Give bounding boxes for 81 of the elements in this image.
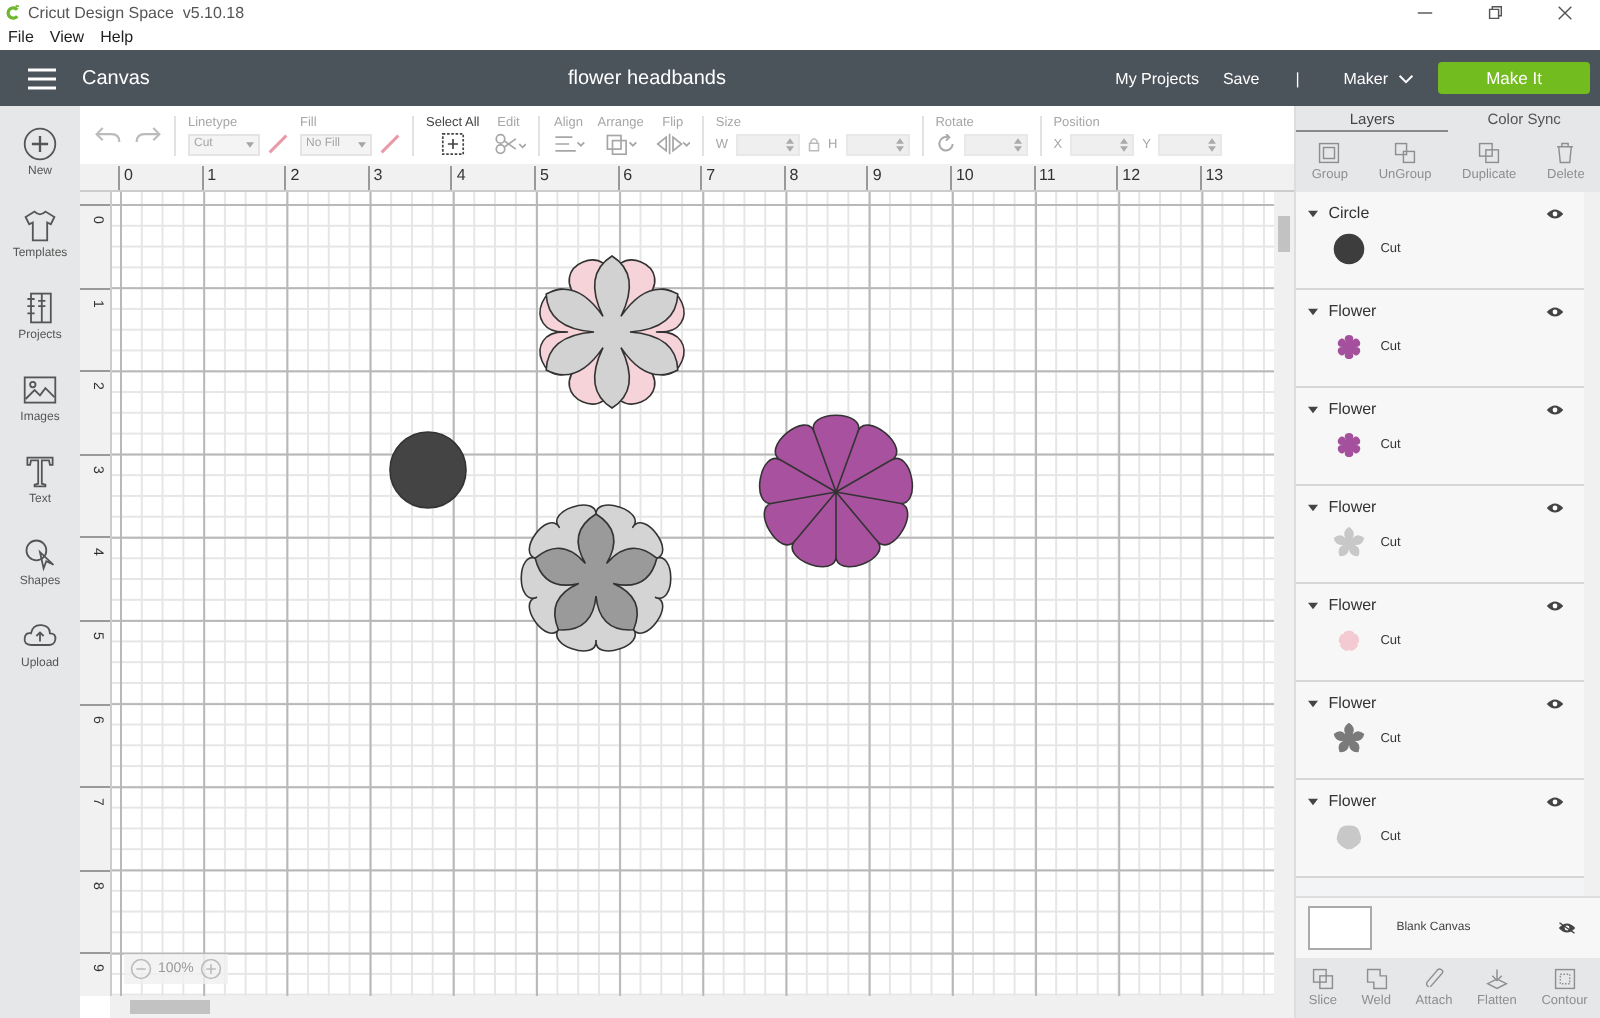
vertical-scrollbar[interactable]	[1274, 192, 1295, 996]
layer-name: Circle	[1328, 204, 1372, 222]
horizontal-scrollbar[interactable]	[110, 996, 1295, 1018]
eye-icon[interactable]	[1546, 501, 1564, 513]
caret-icon	[246, 141, 254, 147]
weld-icon	[1365, 968, 1388, 990]
layered-flower-drawing[interactable]	[539, 255, 685, 409]
layer-name: Flower	[1328, 302, 1379, 320]
ruler-number: 13	[1199, 166, 1283, 190]
machine-dropdown[interactable]: Maker	[1343, 69, 1414, 87]
color-swatch-icon[interactable]	[380, 134, 400, 154]
layer-name: Flower	[1328, 498, 1379, 516]
ruler-number: 4	[450, 166, 534, 190]
scissors-icon	[491, 131, 526, 155]
header-link[interactable]: Save	[1222, 69, 1260, 87]
ruler-number: 8	[783, 166, 867, 190]
restore-icon[interactable]	[1486, 3, 1504, 21]
layer-name: Flower	[1328, 596, 1379, 614]
caret-icon[interactable]	[1308, 601, 1319, 609]
trash-icon	[1554, 142, 1577, 164]
ruler-number: 0	[118, 166, 202, 190]
circle-shape[interactable]	[389, 431, 467, 509]
shapes-icon	[22, 536, 58, 572]
arrange-icon	[603, 131, 638, 155]
ruler-number: 10	[949, 166, 1034, 190]
paperclip-icon	[1423, 968, 1445, 990]
caret-icon[interactable]	[1308, 307, 1319, 315]
caret-icon[interactable]	[1308, 209, 1319, 217]
ungroup-icon	[1394, 142, 1416, 164]
ruler-number: 7	[700, 166, 784, 190]
ruler-number: 3	[367, 166, 451, 190]
layer-name: Flower	[1328, 694, 1379, 712]
caret-icon	[358, 141, 366, 147]
align-icon	[551, 131, 586, 155]
layer-name: Flower	[1328, 400, 1379, 418]
logo-icon	[6, 3, 22, 21]
duplicate-icon	[1478, 142, 1501, 164]
menu-icon[interactable]	[28, 67, 56, 89]
ruler-number: 9	[866, 166, 950, 190]
ruler-number: 12	[1116, 166, 1200, 190]
window-title: Cricut Design Space v5.10.18	[28, 3, 245, 21]
chevron-icon	[1398, 73, 1414, 83]
section-title: Canvas	[82, 67, 152, 89]
eye-icon[interactable]	[1546, 697, 1564, 709]
menu-item[interactable]: Help	[100, 28, 134, 46]
header-link[interactable]: My Projects	[1115, 69, 1199, 87]
eye-icon[interactable]	[1546, 207, 1564, 219]
caret-icon[interactable]	[1308, 503, 1319, 511]
menu-item[interactable]: File	[8, 28, 34, 46]
image-icon	[22, 372, 58, 408]
eye-icon[interactable]	[1546, 599, 1564, 611]
color-swatch-icon[interactable]	[268, 134, 288, 154]
close-icon[interactable]	[1556, 3, 1574, 21]
caret-icon[interactable]	[1308, 797, 1319, 805]
eye-icon[interactable]	[1546, 403, 1564, 415]
caret-icon[interactable]	[1308, 699, 1319, 707]
flip-icon	[655, 131, 690, 155]
flower-shape[interactable]	[758, 414, 914, 568]
menu-item[interactable]: View	[49, 28, 85, 46]
ruler-number: 6	[617, 166, 701, 190]
eye-icon[interactable]	[1546, 305, 1564, 317]
contour-icon	[1553, 968, 1576, 990]
ruler-number: 5	[533, 166, 618, 190]
layered-flower-drawing[interactable]	[520, 504, 672, 652]
ruler-number: 11	[1033, 166, 1117, 190]
separator-text: |	[1295, 69, 1300, 87]
notebook-icon	[22, 290, 58, 326]
caret-icon[interactable]	[1308, 405, 1319, 413]
eye-icon[interactable]	[1546, 795, 1564, 807]
project-title: flower headbands	[566, 67, 728, 89]
flatten-icon	[1485, 968, 1508, 990]
letter-icon	[22, 454, 58, 490]
slice-icon	[1311, 968, 1334, 990]
group-icon	[1318, 142, 1341, 164]
canvas-swatch[interactable]	[1308, 906, 1373, 950]
eye-hidden-icon[interactable]	[1558, 922, 1576, 934]
ruler-number: 1	[201, 166, 285, 190]
shirt-icon	[22, 208, 58, 244]
plus-circle-icon	[22, 126, 58, 162]
ruler-number: 2	[284, 166, 368, 190]
layer-name: Flower	[1328, 792, 1379, 810]
